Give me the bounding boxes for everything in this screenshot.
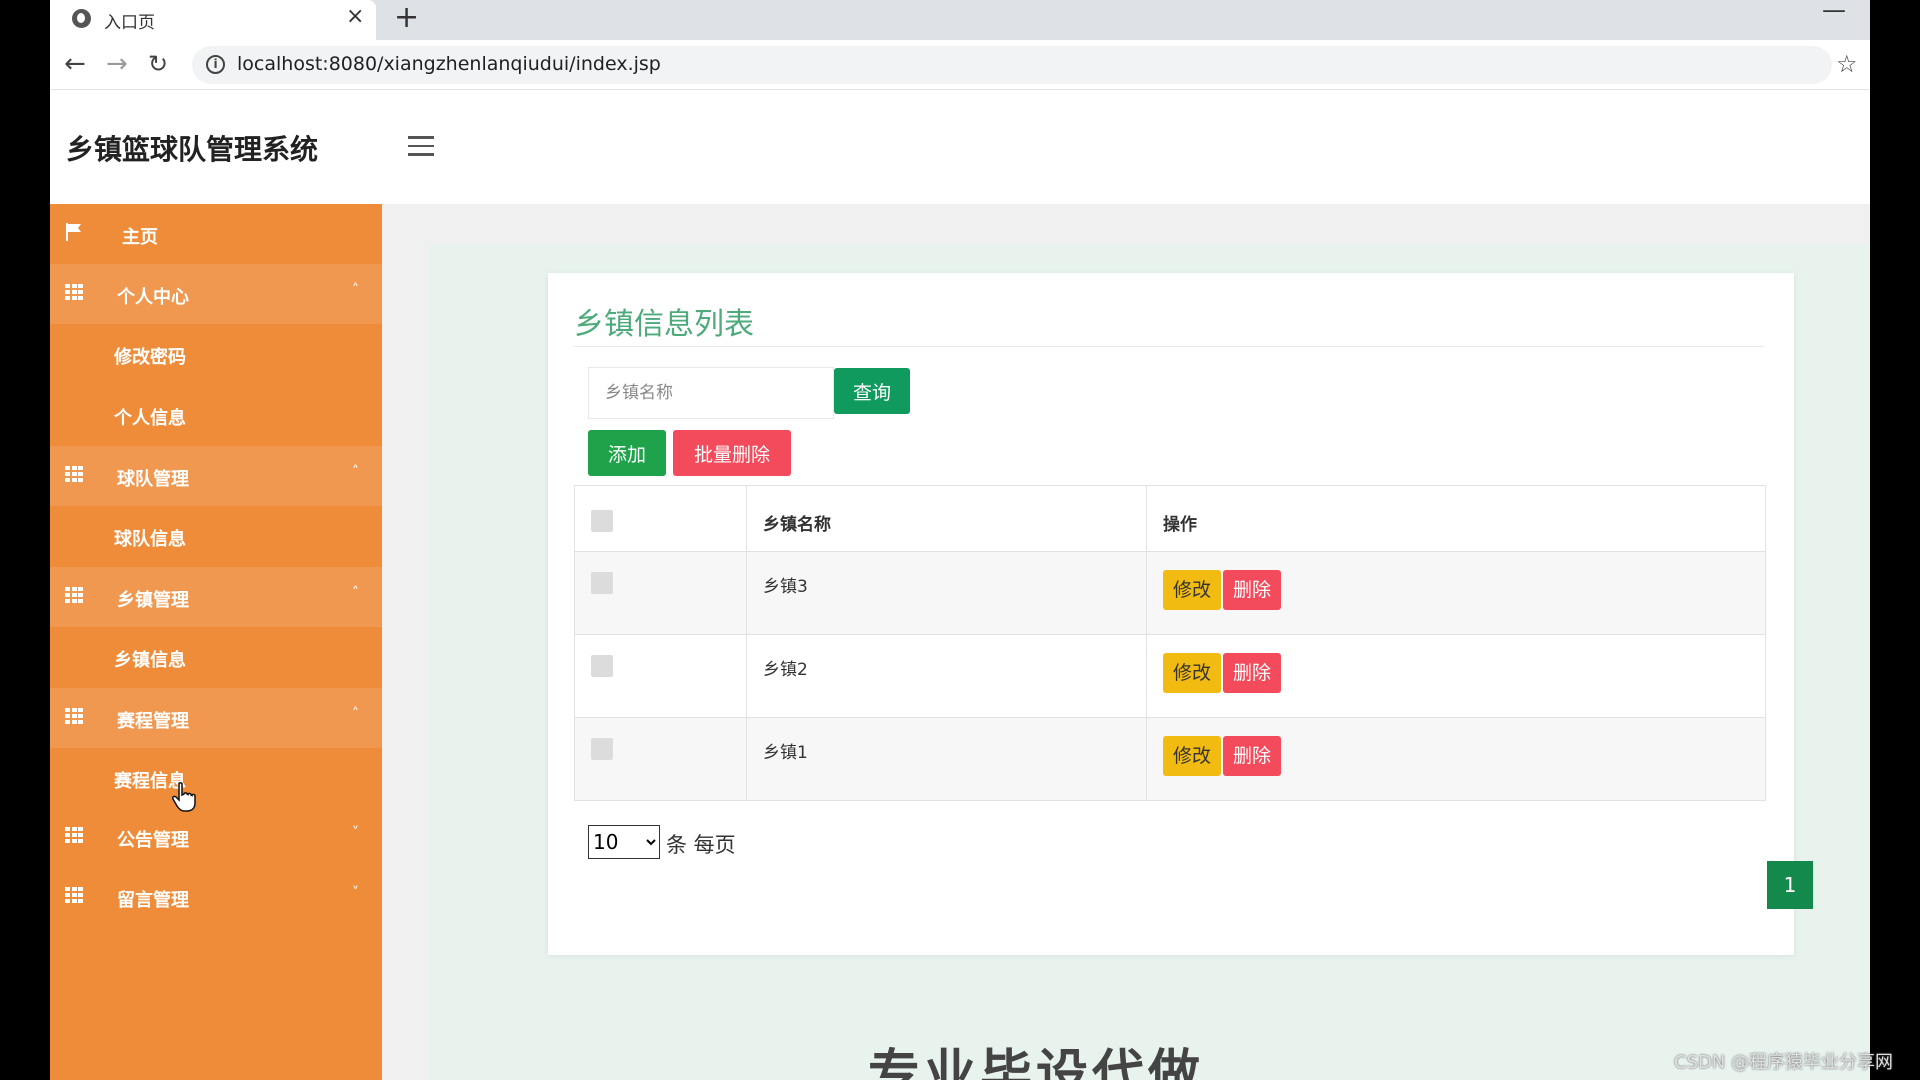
sidebar-item-schedule-management[interactable]: 赛程管理 ˄ [50,688,382,748]
table-row: 乡镇2 修改 删除 [574,634,1766,718]
select-all-checkbox[interactable] [591,510,613,532]
row-checkbox[interactable] [591,655,613,677]
row-checkbox[interactable] [591,738,613,760]
table-row: 乡镇1 修改 删除 [574,717,1766,801]
info-icon[interactable]: i [206,55,225,74]
close-tab-icon[interactable]: × [346,4,364,29]
chevron-up-icon: ˄ [352,464,359,480]
back-arrow-icon[interactable]: ← [64,49,86,79]
column-header-town-name: 乡镇名称 [746,485,1147,552]
row-check-cell [574,717,747,801]
url-field[interactable]: i localhost:8080/xiangzhenlanqiudui/inde… [192,46,1832,84]
edit-button[interactable]: 修改 [1163,653,1222,693]
sidebar-item-team-info[interactable]: 球队信息 [50,506,382,566]
sidebar-item-town-management[interactable]: 乡镇管理 ˄ [50,567,382,627]
sidebar-item-label: 乡镇信息 [114,650,186,671]
town-name-cell: 乡镇2 [746,634,1147,718]
sidebar-item-label: 球队信息 [114,529,186,550]
edit-button[interactable]: 修改 [1163,570,1222,610]
browser-window: 入口页 × + — ← → ↻ i localhost:8080/xiangzh… [50,0,1870,1080]
chevron-down-icon: ˅ [352,885,359,901]
delete-button[interactable]: 删除 [1223,736,1282,776]
globe-icon [72,9,91,28]
grid-icon [65,466,83,482]
grid-icon [65,284,83,300]
page-title: 乡镇信息列表 [574,307,754,342]
actions-cell: 修改 删除 [1146,634,1766,718]
sidebar-item-label: 留言管理 [117,890,189,911]
tab-strip: 入口页 × + — [50,0,1870,40]
row-checkbox[interactable] [591,572,613,594]
column-header-actions: 操作 [1146,485,1766,552]
table-row: 乡镇3 修改 删除 [574,551,1766,635]
forward-arrow-icon[interactable]: → [106,49,128,79]
sidebar-item-label: 修改密码 [114,347,186,368]
town-name-cell: 乡镇1 [746,717,1147,801]
flag-icon [66,223,81,241]
grid-icon [65,827,83,843]
delete-button[interactable]: 删除 [1223,653,1282,693]
minimize-icon[interactable]: — [1822,0,1846,24]
sidebar-item-team-management[interactable]: 球队管理 ˄ [50,446,382,506]
url-text: localhost:8080/xiangzhenlanqiudui/index.… [237,53,661,75]
sidebar-item-message-management[interactable]: 留言管理 ˅ [50,867,382,927]
sidebar-item-label: 主页 [122,227,158,248]
chevron-down-icon: ˅ [352,825,359,841]
address-bar: ← → ↻ i localhost:8080/xiangzhenlanqiudu… [50,40,1870,90]
sidebar-item-label: 个人信息 [114,408,186,429]
select-all-cell [574,485,747,552]
sidebar-item-change-password[interactable]: 修改密码 [50,324,382,384]
hamburger-menu-icon[interactable] [408,136,434,156]
reload-icon[interactable]: ↻ [148,49,168,79]
town-table: 乡镇名称 操作 乡镇3 修改 删除 乡镇2 修改 删除 乡镇1 修改 删除 [574,485,1766,801]
divider [574,346,1764,347]
chevron-up-icon: ˄ [352,585,359,601]
watermark: CSDN @程序猿毕业分享网 [1674,1052,1894,1073]
chevron-up-icon: ˄ [352,706,359,722]
sidebar-item-personal-center[interactable]: 个人中心 ˄ [50,264,382,324]
chevron-up-icon: ˄ [352,282,359,298]
town-name-search-input[interactable] [588,367,834,419]
sidebar-item-personal-info[interactable]: 个人信息 [50,385,382,445]
row-check-cell [574,551,747,635]
sidebar-item-town-info[interactable]: 乡镇信息 [50,627,382,687]
add-button[interactable]: 添加 [588,430,666,476]
grid-icon [65,887,83,903]
slogan-text: 专业毕设代做 [868,1045,1205,1080]
app-header: 乡镇篮球队管理系统 [50,90,1870,204]
sidebar-item-label: 个人中心 [117,287,189,308]
sidebar-item-label: 球队管理 [117,469,189,490]
page-1-button[interactable]: 1 [1767,861,1813,909]
batch-delete-button[interactable]: 批量删除 [673,430,791,476]
sidebar-item-schedule-info[interactable]: 赛程信息 [50,748,382,812]
sidebar: 主页 个人中心 ˄ 修改密码 个人信息 球队管理 ˄ 球队信息 乡镇管理 ˄ 乡… [50,204,382,1080]
sidebar-item-label: 公告管理 [117,830,189,851]
table-header-row: 乡镇名称 操作 [574,485,1766,552]
query-button[interactable]: 查询 [834,368,910,414]
app-title: 乡镇篮球队管理系统 [66,133,319,166]
town-name-cell: 乡镇3 [746,551,1147,635]
actions-cell: 修改 删除 [1146,717,1766,801]
grid-icon [65,587,83,603]
edit-button[interactable]: 修改 [1163,736,1222,776]
sidebar-item-home[interactable]: 主页 [50,204,382,264]
delete-button[interactable]: 删除 [1223,570,1282,610]
new-tab-icon[interactable]: + [394,0,419,36]
page-size-select[interactable]: 10 [588,825,660,859]
page-size-label: 条 每页 [666,833,736,857]
tab-title: 入口页 [104,13,155,33]
sidebar-item-label: 赛程管理 [117,711,189,732]
sidebar-item-label: 乡镇管理 [117,590,189,611]
actions-cell: 修改 删除 [1146,551,1766,635]
browser-tab[interactable]: 入口页 × [50,0,376,40]
sidebar-item-notice-management[interactable]: 公告管理 ˅ [50,807,382,867]
row-check-cell [574,634,747,718]
town-list-card: 乡镇信息列表 查询 添加 批量删除 乡镇名称 操作 乡镇3 修改删除 乡镇2 修… [548,273,1813,955]
grid-icon [65,708,83,724]
bookmark-star-icon[interactable]: ☆ [1836,50,1858,78]
